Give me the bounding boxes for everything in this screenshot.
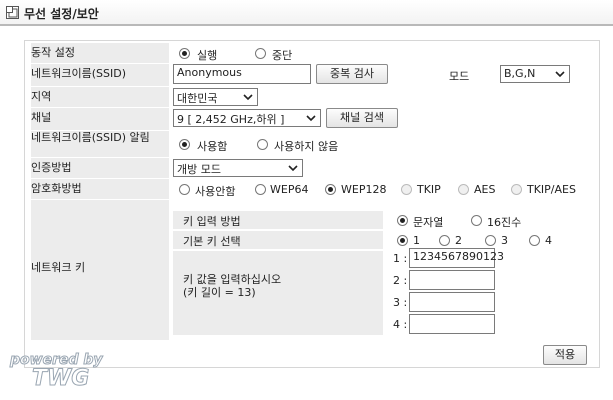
channel-label: 채널 (31, 108, 169, 130)
settings-panel: 동작 설정 실행 중단 네트워크이름(SSID) Anonymous 중복 검사… (24, 40, 600, 368)
region-label: 지역 (31, 87, 169, 107)
page-title: 무선 설정/보안 (24, 7, 99, 21)
default-key-1-radio[interactable] (397, 235, 408, 246)
enc-tkip-radio[interactable] (401, 184, 412, 195)
chevron-down-icon (243, 94, 253, 101)
default-key-4-label: 4 (545, 234, 552, 247)
key-method-string-radio[interactable] (397, 215, 408, 226)
chevron-down-icon (306, 115, 316, 122)
ssid-broadcast-on-radio[interactable] (179, 139, 190, 150)
key-method-string-label: 문자열 (413, 216, 444, 229)
default-key-label: 기본 키 선택 (173, 231, 383, 249)
key-entry-prompt-area: 키 값을 입력하십시오 (키 길이 = 13) (173, 251, 383, 335)
mode-value: B,G,N (504, 67, 536, 80)
ssid-broadcast-row: 네트워크이름(SSID) 알림 사용함 사용하지 않음 (25, 131, 599, 157)
enc-aes-label: AES (474, 183, 496, 196)
chevron-down-icon (555, 71, 565, 78)
key-method-hex-radio[interactable] (471, 215, 482, 226)
key-2-index: 2 : (393, 274, 408, 287)
key-4-index: 4 : (393, 318, 408, 331)
enc-tkip-aes-label: TKIP/AES (527, 183, 576, 196)
operation-stop-radio[interactable] (255, 48, 266, 59)
region-value: 대한민국 (177, 92, 218, 105)
network-key-label: 네트워크 키 (31, 200, 169, 340)
key-method-hex-label: 16진수 (487, 216, 522, 229)
ssid-broadcast-on-label: 사용함 (197, 140, 228, 153)
channel-value: 9 [ 2,452 GHz,하위 ] (177, 113, 285, 126)
enc-wep128-radio[interactable] (325, 184, 336, 195)
channel-row: 채널 9 [ 2,452 GHz,하위 ] 채널 검색 (25, 108, 599, 130)
encryption-row: 암호화방법 사용안함 WEP64 WEP128 TKIP AES TKIP/AE… (25, 179, 599, 199)
apply-button[interactable]: 적용 (543, 345, 587, 365)
region-select[interactable]: 대한민국 (173, 88, 258, 106)
ssid-broadcast-off-label: 사용하지 않음 (274, 140, 339, 153)
channel-search-button[interactable]: 채널 검색 (326, 108, 398, 128)
powered-by-logo: powered by TWG (6, 352, 116, 398)
windows-icon (6, 6, 19, 19)
operation-run-radio[interactable] (179, 48, 190, 59)
encryption-label: 암호화방법 (31, 179, 169, 199)
key-3-index: 3 : (393, 296, 408, 309)
default-key-3-label: 3 (501, 234, 508, 247)
ssid-row: 네트워크이름(SSID) Anonymous 중복 검사 모드 B,G,N (25, 64, 599, 86)
auth-label: 인증방법 (31, 158, 169, 178)
title-bar: 무선 설정/보안 (0, 0, 613, 26)
auth-select[interactable]: 개방 모드 (173, 159, 303, 177)
enc-aes-radio[interactable] (458, 184, 469, 195)
enc-wep64-label: WEP64 (270, 183, 309, 196)
mode-select[interactable]: B,G,N (500, 65, 570, 83)
default-key-1-label: 1 (413, 234, 420, 247)
key-length-note: (키 길이 = 13) (183, 286, 256, 299)
enc-none-label: 사용안함 (195, 185, 236, 198)
auth-value: 개방 모드 (177, 163, 221, 176)
default-key-2-label: 2 (455, 234, 462, 247)
chevron-down-icon (288, 165, 298, 172)
enc-tkip-aes-radio[interactable] (511, 184, 522, 195)
operation-run-label: 실행 (197, 49, 218, 62)
dup-check-button[interactable]: 중복 검사 (316, 64, 388, 84)
operation-stop-label: 중단 (272, 49, 293, 62)
ssid-broadcast-label: 네트워크이름(SSID) 알림 (31, 131, 169, 157)
channel-select[interactable]: 9 [ 2,452 GHz,하위 ] (173, 109, 321, 127)
default-key-3-radio[interactable] (485, 235, 496, 246)
enc-tkip-label: TKIP (417, 183, 441, 196)
enc-wep64-radio[interactable] (255, 184, 266, 195)
key-entry-prompt: 키 값을 입력하십시오 (183, 273, 282, 286)
default-key-4-radio[interactable] (529, 235, 540, 246)
ssid-broadcast-off-radio[interactable] (257, 139, 268, 150)
ssid-input[interactable]: Anonymous (173, 64, 311, 84)
key-1-index: 1 : (393, 252, 408, 265)
operation-label: 동작 설정 (31, 43, 169, 63)
enc-none-radio[interactable] (179, 184, 190, 195)
auth-row: 인증방법 개방 모드 (25, 158, 599, 178)
region-row: 지역 대한민국 (25, 87, 599, 107)
enc-wep128-label: WEP128 (341, 183, 387, 196)
ssid-label: 네트워크이름(SSID) (31, 64, 169, 86)
key-3-input[interactable] (409, 292, 495, 312)
operation-row: 동작 설정 실행 중단 (25, 43, 599, 63)
key-2-input[interactable] (409, 270, 495, 290)
mode-label: 모드 (449, 70, 470, 83)
logo-line-2: TWG (31, 366, 90, 392)
key-input-method-label: 키 입력 방법 (173, 211, 383, 229)
key-1-input[interactable]: 1234567890123 (409, 248, 504, 268)
key-4-input[interactable] (409, 314, 495, 334)
default-key-2-radio[interactable] (439, 235, 450, 246)
